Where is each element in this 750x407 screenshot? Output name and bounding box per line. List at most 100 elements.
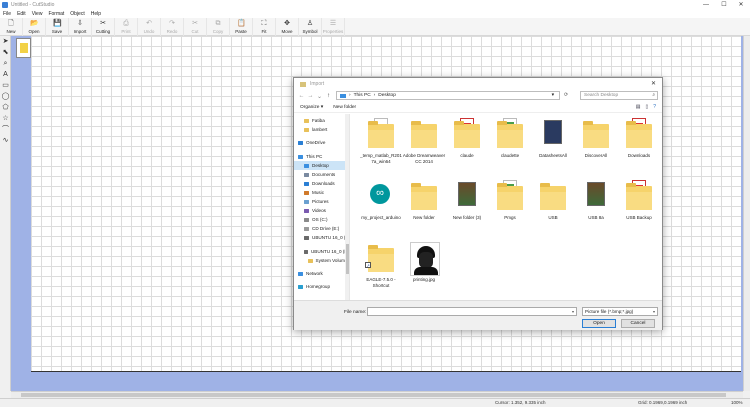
file-item[interactable]: my_project_arduino [359,178,403,238]
polygon-tool-icon[interactable]: ⬠ [0,102,11,113]
freehand-tool-icon[interactable]: ∿ [0,135,11,146]
horizontal-scrollbar[interactable] [11,391,743,398]
cutting-button[interactable]: ✂ Cutting [92,18,115,36]
back-arrow-icon[interactable]: ← [297,93,306,99]
nav-scrollbar[interactable] [345,114,349,300]
file-item[interactable]: USB 8a [574,178,618,238]
paste-button[interactable]: 📋 Paste [230,18,253,36]
chevron-down-icon[interactable]: ▾ [653,308,655,316]
file-item[interactable]: Pmgs [488,178,532,238]
menu-format[interactable]: Format [45,11,67,17]
title-bar: Untitled - CutStudio — ☐ ✕ [0,0,750,10]
star-tool-icon[interactable]: ☆ [0,113,11,124]
nav-item-ubuntu-16-0-f[interactable]: UBUNTU 16_0 (F:) [294,247,349,256]
menu-edit[interactable]: Edit [14,11,29,17]
grid-size: Grid: 0.1969,0.1969 inch [638,400,688,405]
cloud-icon [298,140,303,145]
nav-item-os-c[interactable]: OS (C:) [294,215,349,224]
cut-button[interactable]: ✂ Cut [184,18,207,36]
file-item[interactable]: New folder [402,178,446,238]
move-button[interactable]: ✥ Move [276,18,299,36]
recent-locations-icon[interactable]: ⌄ [315,93,324,100]
minimize-button[interactable]: — [698,0,714,10]
file-item[interactable]: DiscoverAll [574,116,618,176]
breadcrumb-desktop[interactable]: Desktop [378,93,396,98]
file-item[interactable]: DatasheetsAll [531,116,575,176]
file-item[interactable]: Adobe Dreamweaver CC 2014 [402,116,446,176]
undo-button[interactable]: ↶ Undo [138,18,161,36]
vertical-scrollbar[interactable] [743,36,750,391]
chevron-down-icon[interactable]: ▾ [552,93,554,98]
menu-object[interactable]: Object [67,11,87,17]
redo-button[interactable]: ↷ Redo [161,18,184,36]
import-button[interactable]: ⇩ Import [69,18,92,36]
breadcrumb-this-pc[interactable]: This PC [354,93,371,98]
help-icon[interactable]: ? [653,104,656,110]
up-arrow-icon[interactable]: ↑ [324,93,333,99]
nav-item-system-volume-i[interactable]: System Volume I [294,256,349,265]
nav-item-fatiba[interactable]: Fatiba [294,116,349,125]
file-item[interactable]: _temp_matlab_R2017a_win64 [359,116,403,176]
placed-image-thumbnail[interactable] [16,38,31,58]
new-button[interactable]: 🗋 New [0,18,23,36]
save-button[interactable]: 💾 Save [46,18,69,36]
nav-item-lambert[interactable]: lambert [294,125,349,134]
file-item[interactable]: ↗ EAGLE-7.5.0 - Shortcut [359,240,403,300]
search-input[interactable]: Search Desktop ⌕ [580,91,658,100]
menu-view[interactable]: View [29,11,46,17]
file-item[interactable]: claude [445,116,489,176]
file-type-select[interactable]: Picture file (*.bmp;*.jpg) ▾ [582,307,658,316]
file-item[interactable]: Downloads [617,116,661,176]
maximize-button[interactable]: ☐ [716,0,732,10]
nav-item-ubuntu-16-0-f[interactable]: UBUNTU 16_0 (F: [294,233,349,242]
nav-scrollbar-thumb[interactable] [346,244,349,274]
nav-item-videos[interactable]: Videos [294,206,349,215]
zoom-icon[interactable]: ⌕ [0,58,11,69]
nav-item-desktop[interactable]: Desktop [294,161,349,170]
address-bar[interactable]: › This PC › Desktop ▾ [336,91,560,100]
tool-palette: ➤ ⬉ ⌕ A ▭ ◯ ⬠ ☆ ⌒ ∿ [0,36,11,391]
copy-button[interactable]: ⧉ Copy [207,18,230,36]
new-folder-button[interactable]: New folder [333,105,356,110]
file-item[interactable]: claudette [488,116,532,176]
refresh-icon[interactable]: ⟳ [564,92,568,98]
menu-file[interactable]: File [0,11,14,17]
close-button[interactable]: ✕ [733,0,749,10]
dialog-close-button[interactable]: ✕ [651,80,656,87]
organize-button[interactable]: Organize ▾ [300,105,323,110]
arc-tool-icon[interactable]: ⌒ [0,124,11,135]
properties-button[interactable]: ☰ Properties [322,18,345,36]
menu-help[interactable]: Help [88,11,104,17]
file-name-input[interactable]: ▾ [367,307,577,316]
nav-item-downloads[interactable]: Downloads [294,179,349,188]
nav-item-onedrive[interactable]: OneDrive [294,138,349,147]
nav-item-music[interactable]: Music [294,188,349,197]
file-item[interactable]: USB [531,178,575,238]
view-options-icon[interactable]: ▤ [636,104,641,110]
nav-item-cd-drive-e[interactable]: CD Drive (E:) [294,224,349,233]
fit-button[interactable]: ⛶ Fit [253,18,276,36]
nav-item-documents[interactable]: Documents [294,170,349,179]
open-button[interactable]: 📂 Open [23,18,46,36]
node-edit-icon[interactable]: ⬉ [0,47,11,58]
rectangle-tool-icon[interactable]: ▭ [0,80,11,91]
symbol-button[interactable]: ♙ Symbol [299,18,322,36]
preview-pane-icon[interactable]: ▯ [645,104,648,110]
file-item[interactable]: printing.jpg [402,240,446,300]
text-tool-icon[interactable]: A [0,69,11,80]
nav-item-network[interactable]: Network [294,269,349,278]
file-item[interactable]: USB Backup [617,178,661,238]
toolbar-label: Save [51,29,63,34]
forward-arrow-icon[interactable]: → [306,93,315,99]
chevron-down-icon[interactable]: ▾ [572,308,574,316]
print-button[interactable]: ⎙ Print [115,18,138,36]
cancel-button[interactable]: Cancel [621,319,655,328]
nav-item-pictures[interactable]: Pictures [294,197,349,206]
open-button[interactable]: Open [582,319,616,328]
file-item[interactable]: New folder (3) [445,178,489,238]
scrollbar-thumb[interactable] [21,393,726,397]
ellipse-tool-icon[interactable]: ◯ [0,91,11,102]
nav-item-homegroup[interactable]: Homegroup [294,282,349,291]
nav-item-this-pc[interactable]: This PC [294,152,349,161]
select-arrow-icon[interactable]: ➤ [0,36,11,47]
